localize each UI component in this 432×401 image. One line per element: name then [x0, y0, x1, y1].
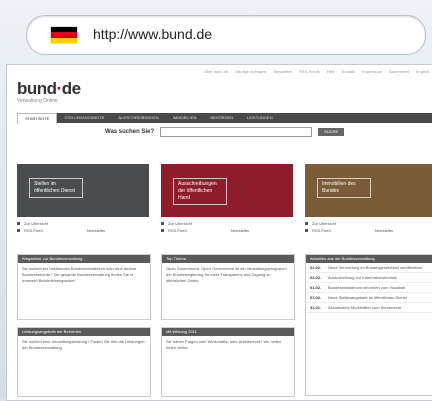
box-title: Leistungsangebote der Behörden	[18, 328, 150, 336]
search-label: Was suchen Sie?	[105, 129, 155, 135]
box-wirkung: Mit Wirkung 2011 Sie haben Fragen zum Wi…	[161, 327, 295, 397]
banner-title: Stellen im öffentlichen Dienst	[29, 178, 83, 198]
nav-startseite[interactable]: STARTSEITE	[17, 112, 58, 124]
main-nav: STARTSEITE STELLENANGEBOTE AUSSCHREIBUNG…	[17, 112, 432, 124]
nav-leistungen[interactable]: LEISTUNGEN	[240, 113, 280, 123]
banner-immobilien[interactable]: Immobilien des Bundes	[305, 164, 432, 217]
news-item[interactable]: 02.02. Neue Verordnung im Bundesgesetzbla…	[306, 263, 432, 273]
banner-title: Ausschreibungen der öffentlichen Hand	[173, 178, 227, 205]
browser-frame: http://www.bund.de Über bund.de Häufige …	[0, 0, 432, 401]
german-flag-icon	[51, 27, 77, 43]
toplink[interactable]: Impressum	[362, 69, 382, 74]
address-bar[interactable]: http://www.bund.de	[26, 15, 426, 55]
banner-stellen[interactable]: Stellen im öffentlichen Dienst	[17, 164, 149, 217]
box-wegweiser: Wegweiser zur Bundesverwaltung Sie suche…	[17, 254, 151, 320]
toplink[interactable]: English	[416, 69, 429, 74]
box-body: Sie suchen ein bestimmtes Bundesminister…	[22, 266, 137, 283]
banner-links: Zur Übersicht	[305, 221, 336, 226]
search-button[interactable]: SUCHE	[318, 128, 345, 136]
box-title: Mit Wirkung 2011	[162, 328, 294, 336]
toplink[interactable]: Hilfe	[327, 69, 335, 74]
rss-link[interactable]: RSS-Feed	[312, 228, 331, 233]
overview-link[interactable]: Zur Übersicht	[312, 221, 336, 226]
box-body: Open Government. Open Government ist ein…	[166, 266, 287, 283]
search-input[interactable]	[160, 127, 313, 137]
nav-immobilien[interactable]: IMMOBILIEN	[166, 113, 204, 123]
banner-links: RSS-Feed Newsletter	[305, 228, 394, 233]
nav-stellenangebote[interactable]: STELLENANGEBOTE	[57, 113, 111, 123]
box-title: Top Thema	[162, 255, 294, 263]
rss-link[interactable]: RSS-Feed	[24, 228, 43, 233]
newsletter-link[interactable]: Newsletter	[231, 228, 250, 233]
top-links: Über bund.de Häufige Anfragen Newsletter…	[204, 69, 429, 74]
banner-title: Immobilien des Bundes	[317, 178, 371, 198]
nav-ausschreibungen[interactable]: AUSSCHREIBUNGEN	[111, 113, 165, 123]
toplink[interactable]: RSS-Feeds	[299, 69, 320, 74]
toplink[interactable]: Über bund.de	[204, 69, 228, 74]
banner-links: Zur Übersicht	[161, 221, 192, 226]
banner-ausschreibungen[interactable]: Ausschreibungen der öffentlichen Hand	[161, 164, 293, 217]
toplink[interactable]: Barrierefrei	[389, 69, 409, 74]
news-item[interactable]: 02.02. Ausschreibung zur Informationstech…	[306, 273, 432, 283]
news-item[interactable]: 31.01. Aktualisierte Merkblätter zum Steu…	[306, 303, 432, 313]
nav-behoerden[interactable]: BEHÖRDEN	[203, 113, 240, 123]
web-page: Über bund.de Häufige Anfragen Newsletter…	[6, 64, 432, 401]
news-item[interactable]: 01.02. Neue Stellenangebote im öffentlich…	[306, 293, 432, 303]
banner-links: Zur Übersicht	[17, 221, 48, 226]
url-text[interactable]: http://www.bund.de	[93, 26, 212, 42]
news-panel: Aktuelles aus der Bundesverwaltung 02.02…	[305, 254, 432, 396]
toplink[interactable]: Häufige Anfragen	[235, 69, 266, 74]
banner-links: RSS-Feed Newsletter	[17, 228, 106, 233]
rss-link[interactable]: RSS-Feed	[168, 228, 187, 233]
news-title: Aktuelles aus der Bundesverwaltung	[306, 255, 432, 263]
box-body: Sie suchen eine Verwaltungsleistung? Fin…	[22, 339, 145, 350]
news-item[interactable]: 01.02. Bundesministerium informiert zum H…	[306, 283, 432, 293]
search-row: Was suchen Sie? SUCHE	[105, 127, 345, 137]
box-body: Sie haben Fragen zum Wirtschafts- oder A…	[166, 339, 282, 350]
logo-subtitle: Verwaltung Online	[17, 98, 58, 104]
newsletter-link[interactable]: Newsletter	[375, 228, 394, 233]
banner-links: RSS-Feed Newsletter	[161, 228, 250, 233]
box-top-thema: Top Thema Open Government. Open Governme…	[161, 254, 295, 320]
site-logo[interactable]: bund·de	[17, 79, 81, 99]
toplink[interactable]: Newsletter	[273, 69, 292, 74]
box-title: Wegweiser zur Bundesverwaltung	[18, 255, 150, 263]
newsletter-link[interactable]: Newsletter	[87, 228, 106, 233]
toplink[interactable]: Kontakt	[342, 69, 356, 74]
overview-link[interactable]: Zur Übersicht	[24, 221, 48, 226]
box-leistungen: Leistungsangebote der Behörden Sie suche…	[17, 327, 151, 397]
overview-link[interactable]: Zur Übersicht	[168, 221, 192, 226]
